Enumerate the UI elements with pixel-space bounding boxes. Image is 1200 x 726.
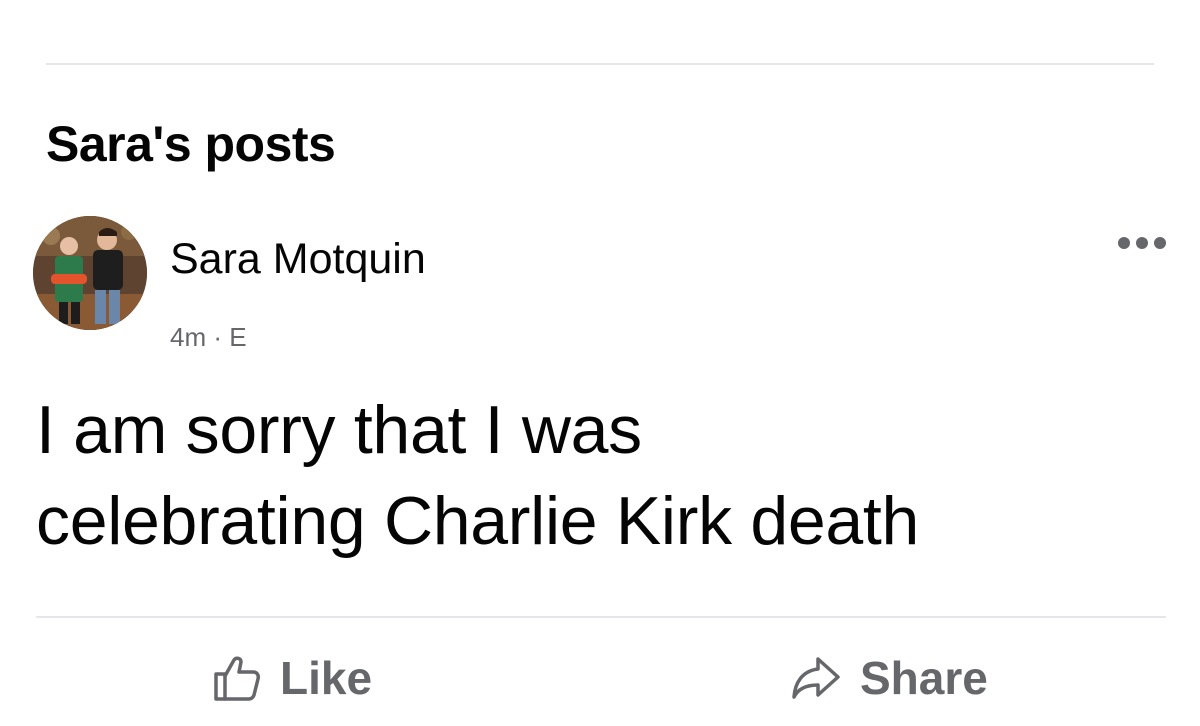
avatar-photo — [33, 216, 147, 330]
avatar[interactable] — [33, 216, 147, 330]
section-title: Sara's posts — [46, 116, 336, 172]
share-arrow-icon — [790, 655, 842, 701]
thumbs-up-icon — [210, 652, 262, 704]
like-label: Like — [280, 652, 373, 704]
post-text: I am sorry that I was celebrating Charli… — [36, 385, 1176, 567]
like-button[interactable]: Like — [210, 640, 372, 716]
author-name[interactable]: Sara Motquin — [170, 233, 426, 285]
post-text-line: celebrating Charlie Kirk death — [36, 483, 920, 559]
share-label: Share — [860, 652, 988, 704]
post-timestamp: 4m · E — [170, 322, 247, 352]
more-horizontal-icon — [1118, 237, 1166, 249]
more-options-button[interactable] — [1112, 226, 1172, 260]
post-text-line: I am sorry that I was — [36, 392, 642, 468]
action-divider — [36, 616, 1166, 618]
top-divider — [46, 63, 1154, 65]
share-button[interactable]: Share — [790, 640, 988, 716]
